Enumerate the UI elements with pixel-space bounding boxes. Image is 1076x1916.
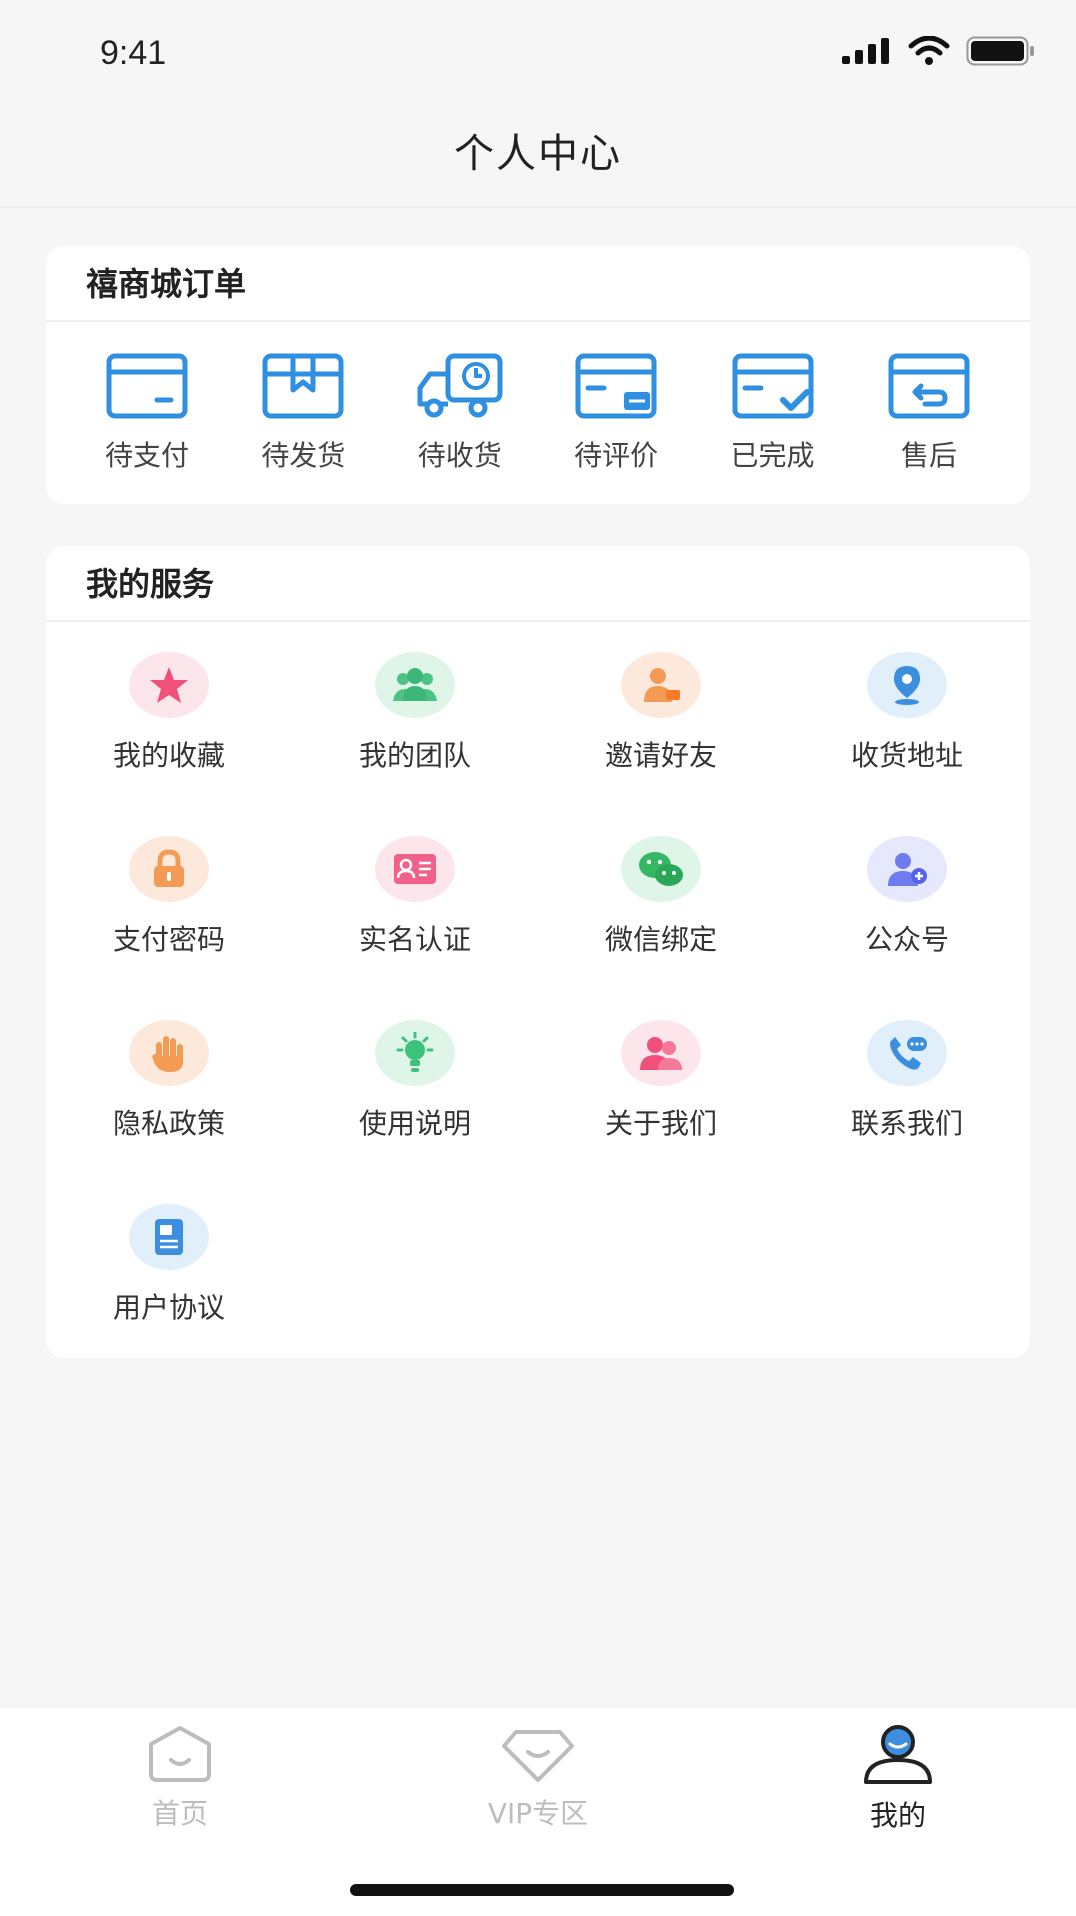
- order-pending-review[interactable]: 待评价: [541, 352, 691, 474]
- tab-vip-label: VIP专区: [487, 1797, 589, 1830]
- service-official-account[interactable]: 公众号: [784, 836, 1030, 1020]
- service-wechat-binding[interactable]: 微信绑定: [538, 836, 784, 1020]
- document-icon: [129, 1204, 209, 1270]
- team-icon: [375, 652, 455, 718]
- tab-profile-label: 我的: [869, 1799, 926, 1832]
- orders-card-title: 禧商城订单: [46, 246, 1030, 322]
- about-us-icon: [621, 1020, 701, 1086]
- service-favorites-label: 我的收藏: [112, 739, 225, 772]
- battery-icon: [966, 36, 1034, 66]
- service-shipping-address-label: 收货地址: [850, 739, 963, 772]
- package-icon: [262, 353, 344, 419]
- service-contact-us-label: 联系我们: [850, 1107, 963, 1140]
- star-icon: [129, 652, 209, 718]
- order-completed[interactable]: 已完成: [698, 352, 848, 474]
- services-card-title: 我的服务: [46, 546, 1030, 622]
- service-payment-password-label: 支付密码: [112, 923, 225, 956]
- service-about-us-label: 关于我们: [604, 1107, 717, 1140]
- after-sale-icon: [888, 353, 970, 419]
- status-time: 9:41: [100, 34, 167, 72]
- completed-icon: [732, 353, 814, 419]
- service-privacy-policy[interactable]: 隐私政策: [46, 1020, 292, 1204]
- order-after-sale[interactable]: 售后: [854, 352, 1004, 474]
- service-instructions[interactable]: 使用说明: [292, 1020, 538, 1204]
- orders-card: 禧商城订单 待支付 待发货 待收货 待评价 已完成 售后: [46, 246, 1030, 504]
- service-team[interactable]: 我的团队: [292, 652, 538, 836]
- tab-bar: 首页 VIP专区 我的: [0, 1708, 1076, 1916]
- service-contact-us[interactable]: 联系我们: [784, 1020, 1030, 1204]
- service-user-agreement-label: 用户协议: [112, 1291, 225, 1324]
- order-pending-review-label: 待评价: [574, 439, 659, 472]
- vip-diamond-icon: [502, 1730, 574, 1782]
- order-pending-receipt[interactable]: 待收货: [385, 352, 535, 474]
- service-instructions-label: 使用说明: [358, 1107, 471, 1140]
- service-payment-password[interactable]: 支付密码: [46, 836, 292, 1020]
- service-shipping-address[interactable]: 收货地址: [784, 652, 1030, 836]
- phone-icon: [867, 1020, 947, 1086]
- services-card: 我的服务 我的收藏 我的团队 邀请好友 收货地址 支付密码 实名认证 微信绑定 …: [46, 546, 1030, 1358]
- id-card-icon: [375, 836, 455, 902]
- tab-profile[interactable]: 我的: [798, 1724, 998, 1834]
- wallet-icon: [106, 353, 188, 419]
- invite-icon: [621, 652, 701, 718]
- status-bar: 9:41: [0, 0, 1076, 110]
- service-invite-friends[interactable]: 邀请好友: [538, 652, 784, 836]
- service-privacy-policy-label: 隐私政策: [112, 1107, 225, 1140]
- order-pending-payment-label: 待支付: [104, 439, 189, 472]
- wifi-icon: [908, 36, 950, 65]
- home-icon: [149, 1726, 211, 1782]
- service-user-agreement[interactable]: 用户协议: [46, 1204, 292, 1358]
- tab-home-label: 首页: [151, 1797, 208, 1830]
- lightbulb-icon: [375, 1020, 455, 1086]
- service-official-account-label: 公众号: [864, 923, 949, 956]
- home-indicator: [350, 1884, 734, 1896]
- lock-icon: [129, 836, 209, 902]
- profile-screen: 9:41 个人中心 禧商城订单 待支付 待发货 待收货 待评价 已完成 售后 我…: [0, 0, 1076, 1916]
- wechat-icon: [621, 836, 701, 902]
- status-icons: [842, 36, 1036, 66]
- service-about-us[interactable]: 关于我们: [538, 1020, 784, 1204]
- service-real-name-verification-label: 实名认证: [358, 923, 471, 956]
- official-account-icon: [867, 836, 947, 902]
- nav-bar: 个人中心: [0, 110, 1076, 208]
- order-after-sale-label: 售后: [900, 439, 957, 472]
- location-icon: [867, 652, 947, 718]
- profile-icon: [864, 1725, 932, 1784]
- order-pending-shipment-label: 待发货: [261, 439, 346, 472]
- review-icon: [575, 353, 657, 419]
- service-grid: 我的收藏 我的团队 邀请好友 收货地址 支付密码 实名认证 微信绑定 公众号 隐…: [46, 622, 1030, 1358]
- order-pending-receipt-label: 待收货: [417, 439, 502, 472]
- service-invite-friends-label: 邀请好友: [604, 739, 717, 772]
- tab-vip[interactable]: VIP专区: [438, 1724, 638, 1832]
- order-pending-shipment[interactable]: 待发货: [228, 352, 378, 474]
- order-pending-payment[interactable]: 待支付: [72, 352, 222, 474]
- service-team-label: 我的团队: [358, 739, 471, 772]
- service-wechat-binding-label: 微信绑定: [604, 923, 717, 956]
- service-real-name-verification[interactable]: 实名认证: [292, 836, 538, 1020]
- tab-home[interactable]: 首页: [80, 1724, 280, 1832]
- page-title: 个人中心: [454, 131, 622, 177]
- order-completed-label: 已完成: [730, 439, 815, 472]
- hand-icon: [129, 1020, 209, 1086]
- order-status-row: 待支付 待发货 待收货 待评价 已完成 售后: [46, 322, 1030, 474]
- service-favorites[interactable]: 我的收藏: [46, 652, 292, 836]
- truck-icon: [417, 353, 503, 418]
- cellular-signal-icon: [842, 38, 889, 64]
